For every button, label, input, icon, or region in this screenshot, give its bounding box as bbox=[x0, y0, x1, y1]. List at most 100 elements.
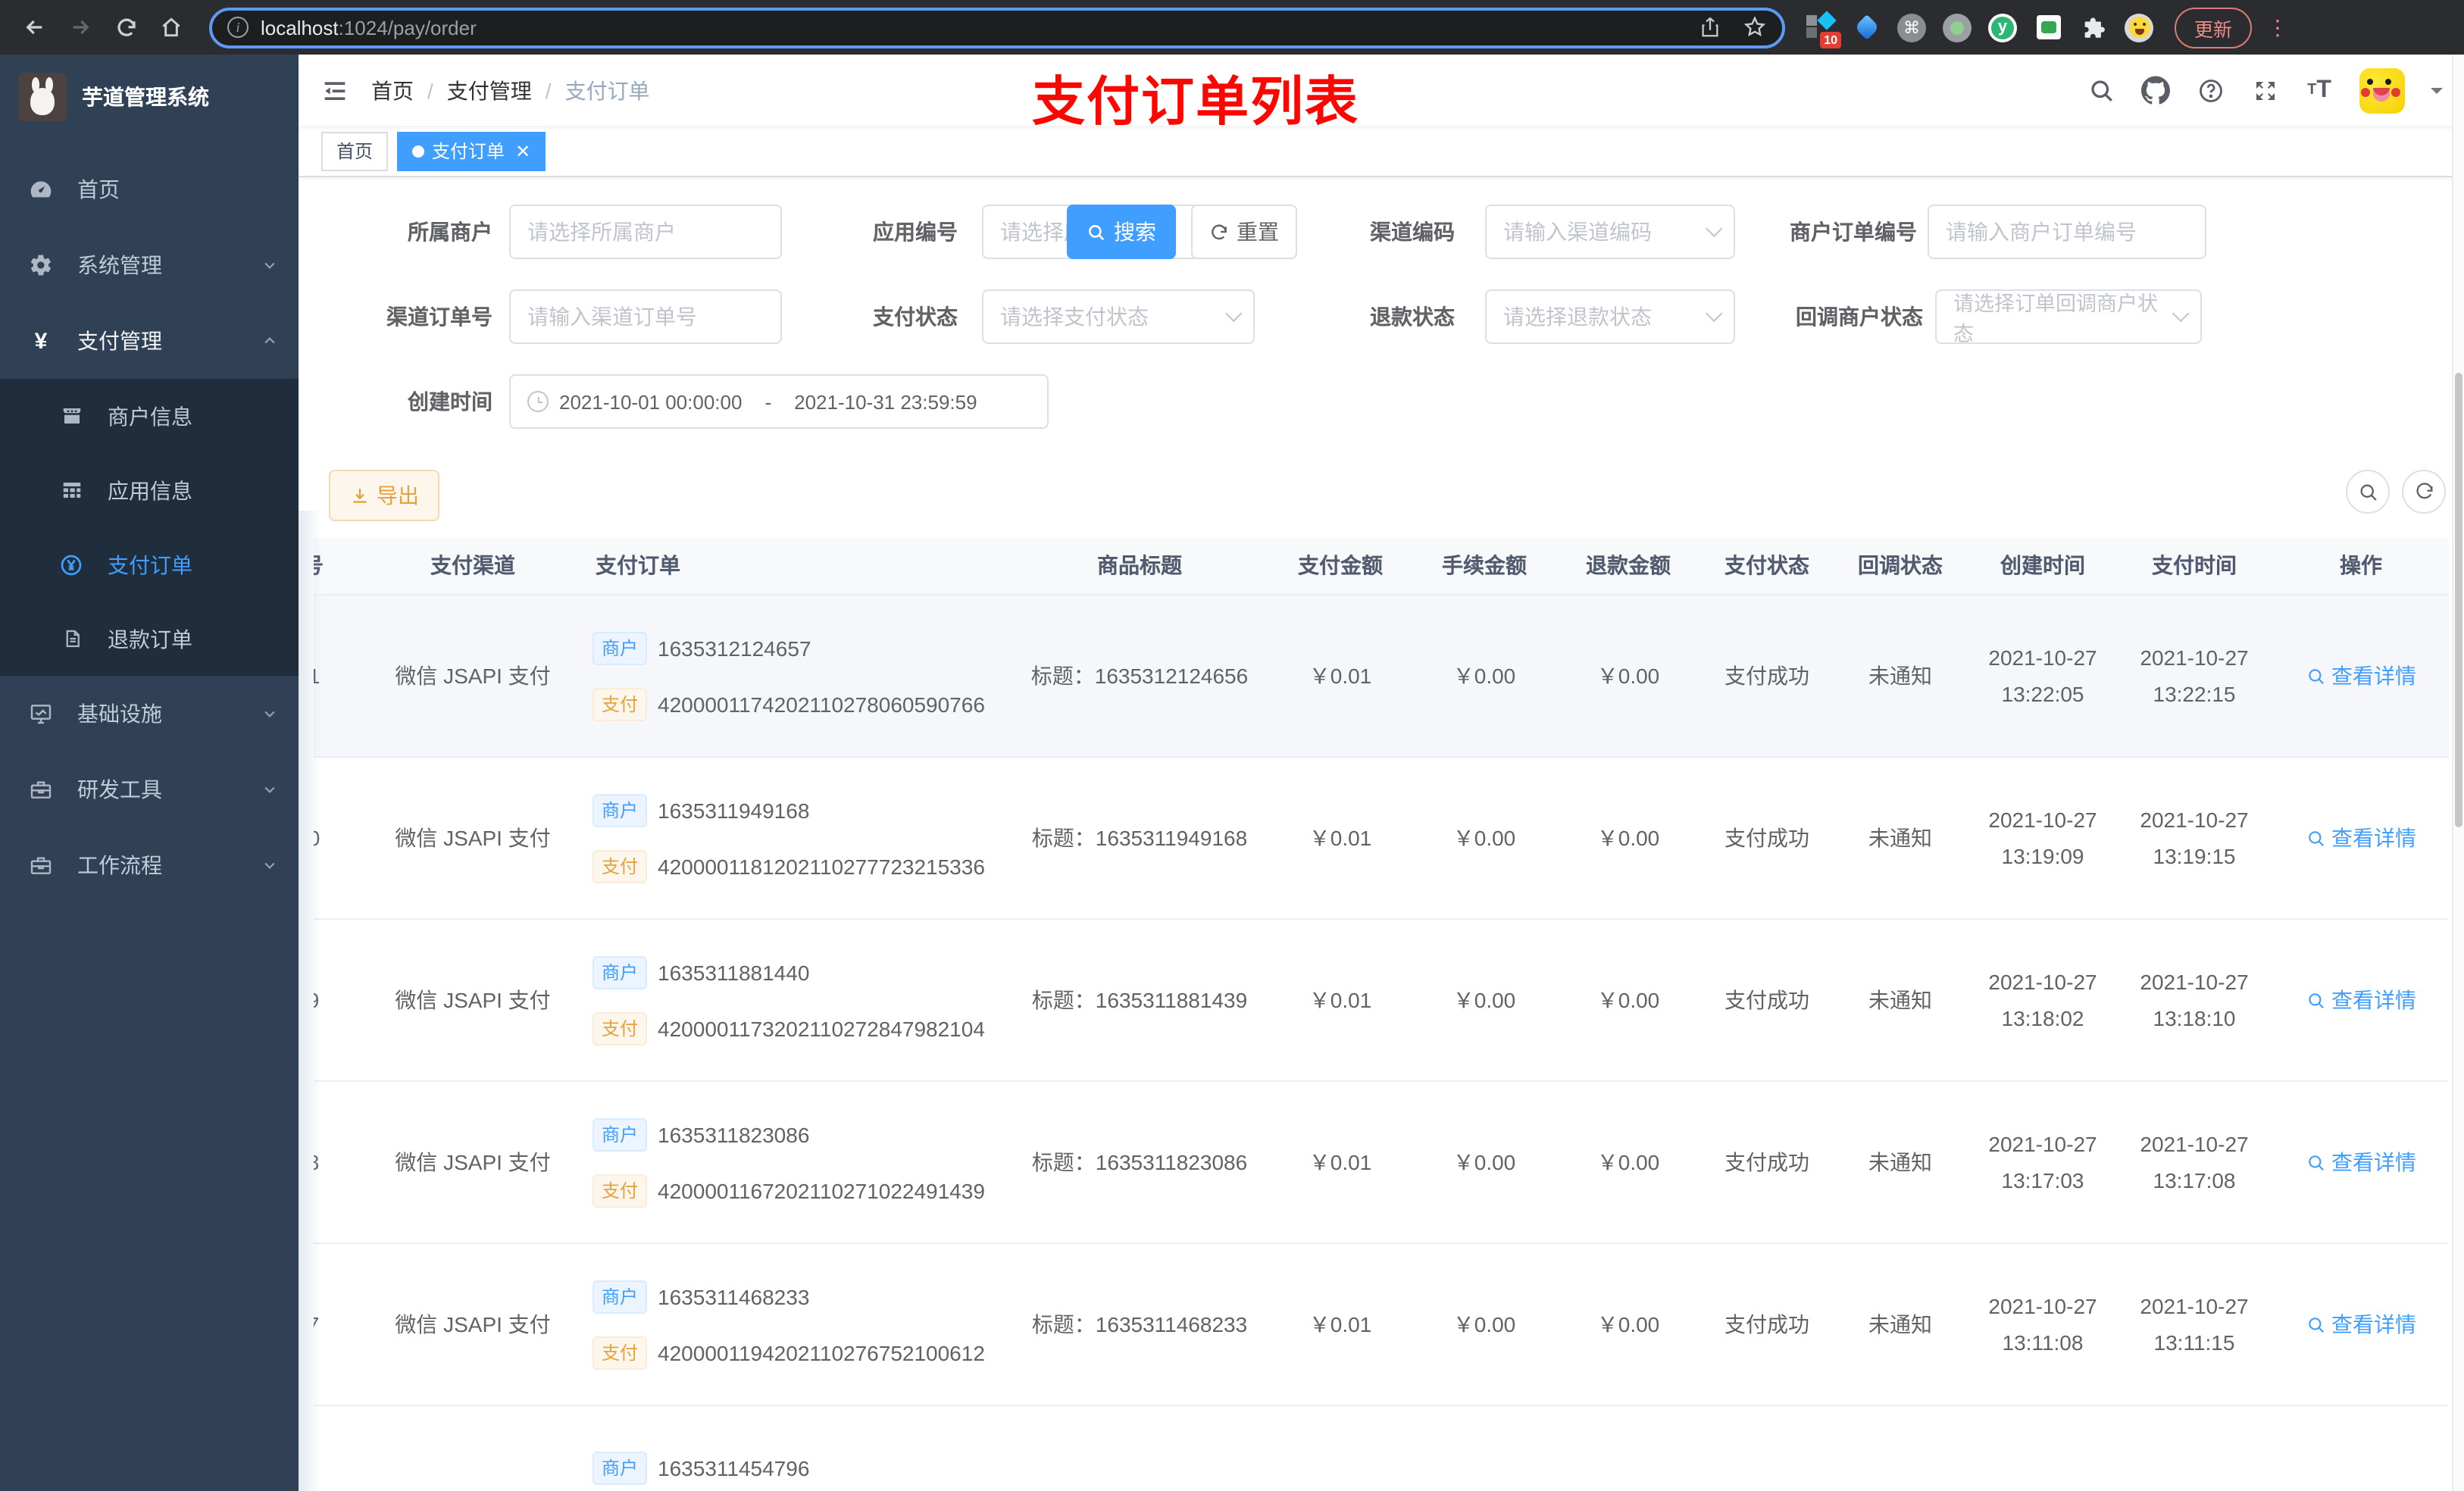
column-header-action: 操作 bbox=[2340, 553, 2382, 577]
extension-command-icon[interactable]: ⌘ bbox=[1897, 13, 1926, 42]
app-logo bbox=[18, 73, 67, 121]
fullscreen-icon[interactable] bbox=[2250, 76, 2279, 105]
cell-id: 117 bbox=[314, 1244, 374, 1405]
table-row[interactable]: 商户 1635311454796 bbox=[314, 1406, 2449, 1491]
cell-amount bbox=[1268, 1406, 1412, 1491]
address-bar[interactable]: i localhost:1024/pay/order bbox=[209, 7, 1785, 48]
sidebar-item-label: 应用信息 bbox=[108, 478, 192, 502]
extension-chat-icon[interactable] bbox=[2034, 13, 2062, 42]
tags-view: 首页 支付订单 ✕ bbox=[299, 126, 2464, 177]
clock-icon bbox=[527, 391, 549, 412]
column-header-fee: 手续金额 bbox=[1442, 553, 1527, 577]
table-row[interactable]: 117 微信 JSAPI 支付 商户 1635311468233 支付 420000… bbox=[314, 1244, 2449, 1406]
create-time-range-picker[interactable]: 2021-10-01 00:00:00 - 2021-10-31 23:59:5… bbox=[509, 374, 1049, 429]
sidebar-item-merchant-info[interactable]: 商户信息 bbox=[0, 379, 299, 453]
pay-status-select[interactable]: 请选择支付状态 bbox=[982, 289, 1255, 344]
help-icon[interactable] bbox=[2196, 76, 2225, 105]
sidebar-item-app-info[interactable]: 应用信息 bbox=[0, 453, 299, 527]
cell-pay-status bbox=[1700, 1406, 1834, 1491]
filter-label-channel-order-no: 渠道订单号 bbox=[386, 305, 492, 329]
url-text[interactable]: localhost:1024/pay/order bbox=[261, 16, 477, 39]
extension-emoji-icon[interactable] bbox=[2125, 13, 2153, 42]
cell-channel: 微信 JSAPI 支付 bbox=[395, 1150, 551, 1174]
table-row[interactable]: 118 微信 JSAPI 支付 商户 1635311823086 支付 420000… bbox=[314, 1082, 2449, 1244]
date-end[interactable]: 2021-10-31 23:59:59 bbox=[794, 390, 977, 413]
hide-search-button[interactable] bbox=[2346, 470, 2390, 514]
sidebar-item-workflow[interactable]: 工作流程 bbox=[0, 827, 299, 903]
extensions-puzzle-icon[interactable] bbox=[2079, 13, 2108, 42]
share-icon[interactable] bbox=[1699, 15, 1721, 39]
cell-pay-time: 2021-10-27 13:18:10 bbox=[2140, 969, 2249, 1030]
table-row[interactable]: 120 微信 JSAPI 支付 商户 1635311949168 支付 420000… bbox=[314, 758, 2449, 920]
sidebar-item-label: 工作流程 bbox=[77, 853, 162, 877]
browser-update-button[interactable]: 更新 bbox=[2175, 7, 2253, 48]
sidebar-item-system[interactable]: 系统管理 bbox=[0, 227, 299, 303]
view-detail-link[interactable]: 查看详情 bbox=[2306, 985, 2416, 1015]
search-icon[interactable] bbox=[2087, 76, 2115, 105]
scrollbar-thumb[interactable] bbox=[2455, 373, 2462, 827]
site-info-icon[interactable]: i bbox=[227, 17, 249, 38]
cell-pay-status: 支付成功 bbox=[1724, 1150, 1809, 1174]
merchant-order-no: 1635312124657 bbox=[658, 636, 811, 660]
yen-icon: ¥ bbox=[34, 328, 48, 354]
cell-fee: ￥0.00 bbox=[1452, 988, 1516, 1012]
browser-home-icon[interactable] bbox=[152, 8, 191, 47]
table-row[interactable]: 119 微信 JSAPI 支付 商户 1635311881440 支付 420000… bbox=[314, 920, 2449, 1082]
breadcrumb-home[interactable]: 首页 bbox=[371, 75, 414, 105]
view-detail-link[interactable]: 查看详情 bbox=[2306, 823, 2416, 853]
merchant-order-no: 1635311823086 bbox=[658, 1122, 810, 1146]
sidebar-item-refund-order[interactable]: 退款订单 bbox=[0, 602, 299, 676]
extension-green-dot-icon[interactable] bbox=[1943, 13, 1972, 42]
cell-pay-time: 2021-10-27 13:22:15 bbox=[2140, 645, 2249, 705]
browser-back-icon[interactable] bbox=[15, 8, 55, 47]
font-size-icon[interactable]: TT bbox=[2305, 76, 2334, 105]
tag-home[interactable]: 首页 bbox=[321, 131, 389, 170]
sidebar-item-home[interactable]: 首页 bbox=[0, 152, 299, 227]
view-detail-link[interactable]: 查看详情 bbox=[2306, 1147, 2416, 1177]
chevron-down-icon bbox=[1224, 305, 1243, 323]
export-button[interactable]: 导出 bbox=[329, 470, 439, 521]
browser-menu-icon[interactable]: ⋮ bbox=[2267, 14, 2288, 40]
browser-forward-icon[interactable] bbox=[61, 8, 100, 47]
close-icon[interactable]: ✕ bbox=[515, 140, 530, 161]
channel-order-no-input[interactable]: 请输入渠道订单号 bbox=[509, 289, 782, 344]
sidebar-item-label: 研发工具 bbox=[77, 777, 162, 802]
cell-create-time: 2021-10-27 13:19:09 bbox=[1988, 807, 2097, 867]
callback-status-select[interactable]: 请选择订单回调商户状态 bbox=[1935, 289, 2202, 345]
view-detail-link[interactable]: 查看详情 bbox=[2306, 661, 2416, 691]
extension-y-icon[interactable] bbox=[1988, 13, 2017, 42]
table-row[interactable]: 121 微信 JSAPI 支付 商户 1635312124657 支付 420000… bbox=[314, 595, 2449, 758]
sidebar-item-pay[interactable]: ¥ 支付管理 bbox=[0, 303, 299, 379]
search-button[interactable]: 搜索搜索 bbox=[1067, 205, 1176, 259]
sidebar-collapse-icon[interactable] bbox=[320, 75, 350, 105]
cell-refund: ￥0.00 bbox=[1596, 664, 1660, 688]
date-start[interactable]: 2021-10-01 00:00:00 bbox=[559, 390, 742, 413]
bookmark-star-icon[interactable] bbox=[1743, 15, 1767, 39]
filter-label-callback-status: 回调商户状态 bbox=[1796, 305, 1923, 329]
view-detail-link[interactable]: 查看详情 bbox=[2306, 1309, 2416, 1339]
merchant-order-no-input[interactable]: 请输入商户订单编号 bbox=[1928, 205, 2206, 259]
user-avatar[interactable] bbox=[2359, 67, 2405, 113]
sidebar-item-infra[interactable]: 基础设施 bbox=[0, 676, 299, 752]
sidebar-item-pay-order[interactable]: 支付订单 bbox=[0, 527, 299, 602]
avatar-caret-icon[interactable] bbox=[2431, 87, 2443, 99]
refresh-button[interactable] bbox=[2402, 470, 2446, 514]
breadcrumb-separator: / bbox=[545, 78, 552, 102]
toolbox-icon bbox=[29, 853, 53, 877]
browser-reload-icon[interactable] bbox=[106, 8, 145, 47]
extension-blocks-icon[interactable]: 10 bbox=[1806, 10, 1841, 48]
logo-row[interactable]: 芋道管理系统 bbox=[0, 55, 299, 139]
grid-icon bbox=[59, 478, 83, 502]
sidebar-item-devtools[interactable]: 研发工具 bbox=[0, 752, 299, 827]
github-icon[interactable] bbox=[2141, 76, 2170, 105]
tag-pay-order[interactable]: 支付订单 ✕ bbox=[397, 131, 546, 170]
window-scrollbar[interactable] bbox=[2452, 55, 2464, 1491]
cell-notify-status: 未通知 bbox=[1868, 1312, 1932, 1336]
owner-input[interactable]: 请选择所属商户 bbox=[509, 205, 782, 259]
breadcrumb-pay[interactable]: 支付管理 bbox=[447, 75, 532, 105]
reset-button[interactable]: 重置 bbox=[1191, 205, 1297, 259]
extension-kite-icon[interactable] bbox=[1852, 13, 1881, 42]
cell-pay-time: 2021-10-27 13:19:15 bbox=[2140, 807, 2249, 867]
chevron-down-icon bbox=[2172, 305, 2190, 322]
sidebar-item-label: 首页 bbox=[77, 177, 120, 202]
